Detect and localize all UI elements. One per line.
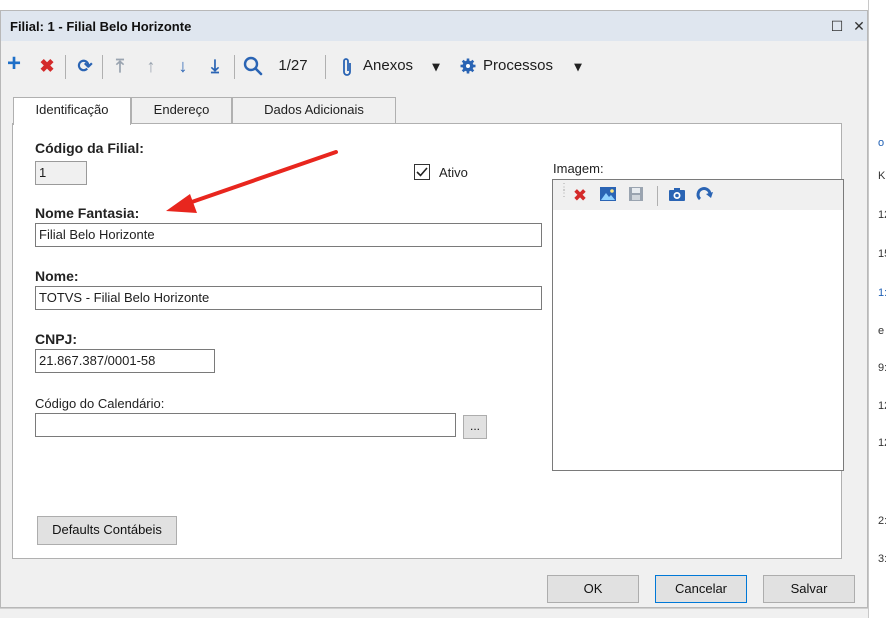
image-panel: ⋮ ⋮ ✖ xyxy=(552,179,844,471)
background-text: e xyxy=(878,325,885,337)
cancel-button[interactable]: Cancelar xyxy=(655,575,747,603)
processos-dropdown-icon[interactable]: ▾ xyxy=(571,55,585,77)
nome-fantasia-label: Nome Fantasia: xyxy=(35,205,140,221)
refresh-icon[interactable]: ⟳ xyxy=(75,55,95,77)
imagem-label: Imagem: xyxy=(553,161,604,176)
gear-icon[interactable] xyxy=(459,55,477,77)
search-icon[interactable] xyxy=(240,55,266,77)
next-record-icon[interactable]: ↓ xyxy=(173,55,193,77)
calendario-browse-button[interactable]: ... xyxy=(463,415,487,439)
background-text: o xyxy=(878,137,885,149)
nome-label: Nome: xyxy=(35,268,79,284)
background-text: 12 xyxy=(878,209,886,221)
delete-image-icon[interactable]: ✖ xyxy=(570,186,590,206)
processos-button[interactable]: Processos xyxy=(483,55,567,77)
delete-icon[interactable]: ✖ xyxy=(37,55,57,77)
background-text: 12 xyxy=(878,400,886,412)
redo-icon[interactable] xyxy=(695,186,715,206)
cnpj-label: CNPJ: xyxy=(35,331,78,347)
save-button[interactable]: Salvar xyxy=(763,575,855,603)
toolbar: + ✖ ⟳ ⤒ ↑ ↓ ⤓ 1/27 Anexos ▾ Processos ▾ xyxy=(1,49,867,83)
ativo-label: Ativo xyxy=(439,165,468,180)
ok-button[interactable]: OK xyxy=(547,575,639,603)
background-text: 15 xyxy=(878,248,886,260)
record-position: 1/27 xyxy=(278,57,308,74)
codigo-label: Código da Filial: xyxy=(35,140,144,156)
last-record-icon[interactable]: ⤓ xyxy=(205,55,225,77)
toolbar-separator xyxy=(325,55,326,79)
save-icon[interactable] xyxy=(626,186,646,206)
tab-dados-adicionais[interactable]: Dados Adicionais xyxy=(232,97,396,123)
background-text: 2: xyxy=(878,515,886,527)
cnpj-field[interactable]: 21.867.387/0001-58 xyxy=(35,349,215,373)
window-title: Filial: 1 - Filial Belo Horizonte xyxy=(10,19,192,34)
background-text: K xyxy=(878,170,886,182)
title-bar: Filial: 1 - Filial Belo Horizonte ☐ ✕ xyxy=(1,11,867,41)
filial-dialog: Filial: 1 - Filial Belo Horizonte ☐ ✕ + … xyxy=(0,10,868,608)
nome-field[interactable]: TOTVS - Filial Belo Horizonte xyxy=(35,286,542,310)
previous-record-icon[interactable]: ↑ xyxy=(141,55,161,77)
calendario-label: Código do Calendário: xyxy=(35,396,165,411)
tab-endereco[interactable]: Endereço xyxy=(131,97,232,123)
identificacao-panel: Código da Filial: 1 Ativo Nome Fantasia:… xyxy=(12,123,844,559)
background-statusbar xyxy=(0,608,868,618)
maximize-icon[interactable]: ☐ xyxy=(827,16,847,36)
toolbar-separator xyxy=(234,55,235,79)
close-icon[interactable]: ✕ xyxy=(849,16,869,36)
add-icon[interactable]: + xyxy=(5,52,23,76)
first-record-icon[interactable]: ⤒ xyxy=(110,55,130,77)
toolbar-separator xyxy=(102,55,103,79)
ativo-checkbox[interactable] xyxy=(414,164,430,180)
anexos-dropdown-icon[interactable]: ▾ xyxy=(429,55,443,77)
codigo-field[interactable]: 1 xyxy=(35,161,87,185)
background-text: 12 xyxy=(878,437,886,449)
background-text: 1: xyxy=(878,287,886,299)
grip-icon: ⋮ ⋮ xyxy=(559,182,569,199)
paperclip-icon[interactable] xyxy=(339,55,355,77)
background-text: 3: xyxy=(878,553,886,565)
tab-identificacao[interactable]: Identificação xyxy=(13,97,131,125)
anexos-button[interactable]: Anexos xyxy=(363,55,423,77)
background-text: 9: xyxy=(878,362,886,374)
image-icon[interactable] xyxy=(598,186,618,206)
toolbar-separator xyxy=(65,55,66,79)
checkmark-icon xyxy=(416,167,428,177)
image-toolbar-separator xyxy=(657,186,658,206)
camera-icon[interactable] xyxy=(667,186,687,206)
calendario-field[interactable] xyxy=(35,413,456,437)
nome-fantasia-field[interactable]: Filial Belo Horizonte xyxy=(35,223,542,247)
defaults-contabeis-button[interactable]: Defaults Contábeis xyxy=(37,516,177,545)
image-toolbar: ⋮ ⋮ ✖ xyxy=(553,180,843,210)
